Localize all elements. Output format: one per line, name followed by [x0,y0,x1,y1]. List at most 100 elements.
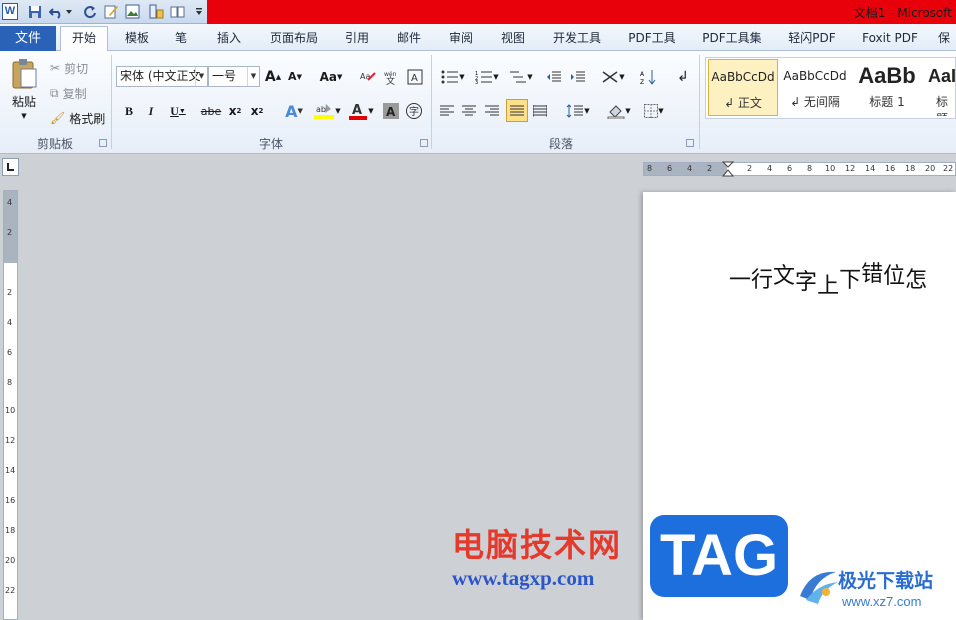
doc-char: 下 [839,268,862,293]
ruler-number: 6 [7,348,13,357]
font-launcher-icon[interactable] [420,139,428,147]
shading-icon[interactable]: ▼ [604,101,634,121]
tab-pen[interactable]: 笔 [170,27,192,51]
borders-icon[interactable]: ▼ [639,101,669,121]
clear-format-icon[interactable]: Aa [358,66,378,87]
watermark-xz-name: 极光下载站 [838,570,934,592]
save-icon[interactable] [27,3,43,20]
undo-dropdown-icon[interactable] [64,3,74,20]
paste-dropdown-icon[interactable]: ▼ [18,111,30,121]
bold-icon[interactable]: B [120,101,138,121]
increase-indent-icon[interactable] [568,66,588,87]
tab-qingshan-pdf[interactable]: 轻闪PDF [782,27,842,51]
tab-pdf-tools[interactable]: PDF工具 [622,27,682,51]
customize-qat-icon[interactable] [194,3,204,20]
show-marks-icon[interactable]: ↲ [674,66,692,87]
underline-icon[interactable]: U ▼ [164,101,192,121]
subscript-icon[interactable]: x2 [226,101,244,121]
font-color-icon[interactable]: A ▼ [346,101,376,121]
font-name-select[interactable]: 宋体 (中文正文 ▼ [116,66,208,87]
font-name-value: 宋体 (中文正文 [120,69,201,83]
tab-foxit-pdf[interactable]: Foxit PDF [856,27,924,51]
align-left-icon[interactable] [438,101,456,121]
justify-icon[interactable] [506,99,528,122]
indent-marker-icon[interactable] [722,161,734,177]
phonetic-guide-icon[interactable]: wén 文 [382,66,402,87]
font-size-select[interactable]: 一号 ▼ [208,66,260,87]
tab-developer[interactable]: 开发工具 [546,27,608,51]
grow-font-icon[interactable]: A ▲ [264,66,282,87]
ruler-number: 12 [5,436,16,445]
tab-view[interactable]: 视图 [494,27,532,51]
paragraph-launcher-icon[interactable] [686,139,694,147]
tab-mailings[interactable]: 邮件 [390,27,428,51]
watermark-tag-logo: TAG [650,515,788,597]
change-case-button[interactable]: Aa ▼ [316,66,346,87]
tab-file[interactable]: 文件 [0,26,56,51]
layout-icon[interactable] [148,3,164,20]
svg-text:ab: ab [316,105,326,114]
tab-templates[interactable]: 模板 [118,27,156,51]
edit-document-icon[interactable] [103,3,119,20]
redo-icon[interactable] [82,3,98,20]
sort-icon[interactable]: AZ [638,66,660,87]
chevron-down-icon: ▼ [195,67,207,86]
style-title[interactable]: AaI 标题 [924,59,956,116]
align-center-icon[interactable] [460,101,478,121]
style-heading-1[interactable]: AaBb 标题 1 [852,59,922,116]
ruler-number: 10 [5,406,16,415]
undo-icon[interactable] [48,3,64,20]
word-app-icon[interactable]: W [2,3,18,20]
copy-button: ⧉ 复制 [50,85,87,101]
style-normal[interactable]: AaBbCcDd ↲ 正文 [708,59,778,116]
document-text-line[interactable]: 一行文字上下错位怎 [729,258,927,299]
shrink-font-icon[interactable]: A ▼ [286,66,304,87]
multilevel-list-icon[interactable]: ▼ [506,66,536,87]
text-effects-icon[interactable]: A ▼ [280,101,308,121]
horizontal-ruler[interactable]: 8 6 4 2 2 4 6 8 10 12 14 16 18 20 22 [643,161,956,177]
change-case-label: Aa [319,69,337,84]
highlight-color-icon[interactable]: ab ▼ [312,101,342,121]
bullets-icon[interactable]: ▼ [438,66,468,87]
picture-icon[interactable] [124,3,140,20]
ruler-number: 14 [865,164,876,173]
asian-layout-icon[interactable]: ▼ [598,66,628,87]
tab-protect[interactable]: 保 [938,27,956,51]
tab-references[interactable]: 引用 [338,27,376,51]
tab-page-layout[interactable]: 页面布局 [262,27,326,51]
distributed-icon[interactable] [531,101,549,121]
ruler-number: 6 [787,164,793,173]
format-painter-button[interactable]: 🖌 格式刷 [50,110,105,126]
italic-icon[interactable]: I [142,101,160,121]
style-preview: AaBbCcDd [711,70,775,84]
ruler-number: 2 [7,288,13,297]
style-preview: AaBbCcDd [783,69,847,83]
character-border-icon[interactable]: A [406,66,424,87]
paste-icon[interactable] [8,57,40,91]
tab-pdf-toolset[interactable]: PDF工具集 [696,27,768,51]
style-name: 标题 1 [869,95,905,109]
character-shading-icon[interactable]: A [382,101,400,121]
numbering-icon[interactable]: 1 2 3 ▼ [472,66,502,87]
vertical-ruler[interactable]: 4 2 2 4 6 8 10 12 14 16 18 20 22 [3,190,18,620]
decrease-indent-icon[interactable] [544,66,564,87]
style-no-spacing[interactable]: AaBbCcDd ↲ 无间隔 [780,59,850,116]
tab-selector-icon[interactable] [2,158,19,176]
superscript-icon[interactable]: x2 [248,101,266,121]
line-spacing-icon[interactable]: ▼ [563,101,593,121]
tab-review[interactable]: 审阅 [442,27,480,51]
enclose-character-icon[interactable]: 字 [404,101,424,121]
svg-text:A: A [386,105,396,119]
watermark-url: www.tagxp.com [452,566,595,590]
align-right-icon[interactable] [483,101,501,121]
reading-view-icon[interactable] [170,3,186,20]
strikethrough-icon[interactable]: abe [200,101,222,121]
style-name: 标题 [936,95,949,116]
tab-insert[interactable]: 插入 [208,27,250,51]
tab-home[interactable]: 开始 [60,26,108,51]
paste-button[interactable]: 粘贴 [8,93,40,109]
clipboard-launcher-icon[interactable] [99,139,107,147]
divider [699,55,700,149]
doc-char: 上 [817,274,840,299]
watermark-site-name: 电脑技术网 [452,526,623,564]
